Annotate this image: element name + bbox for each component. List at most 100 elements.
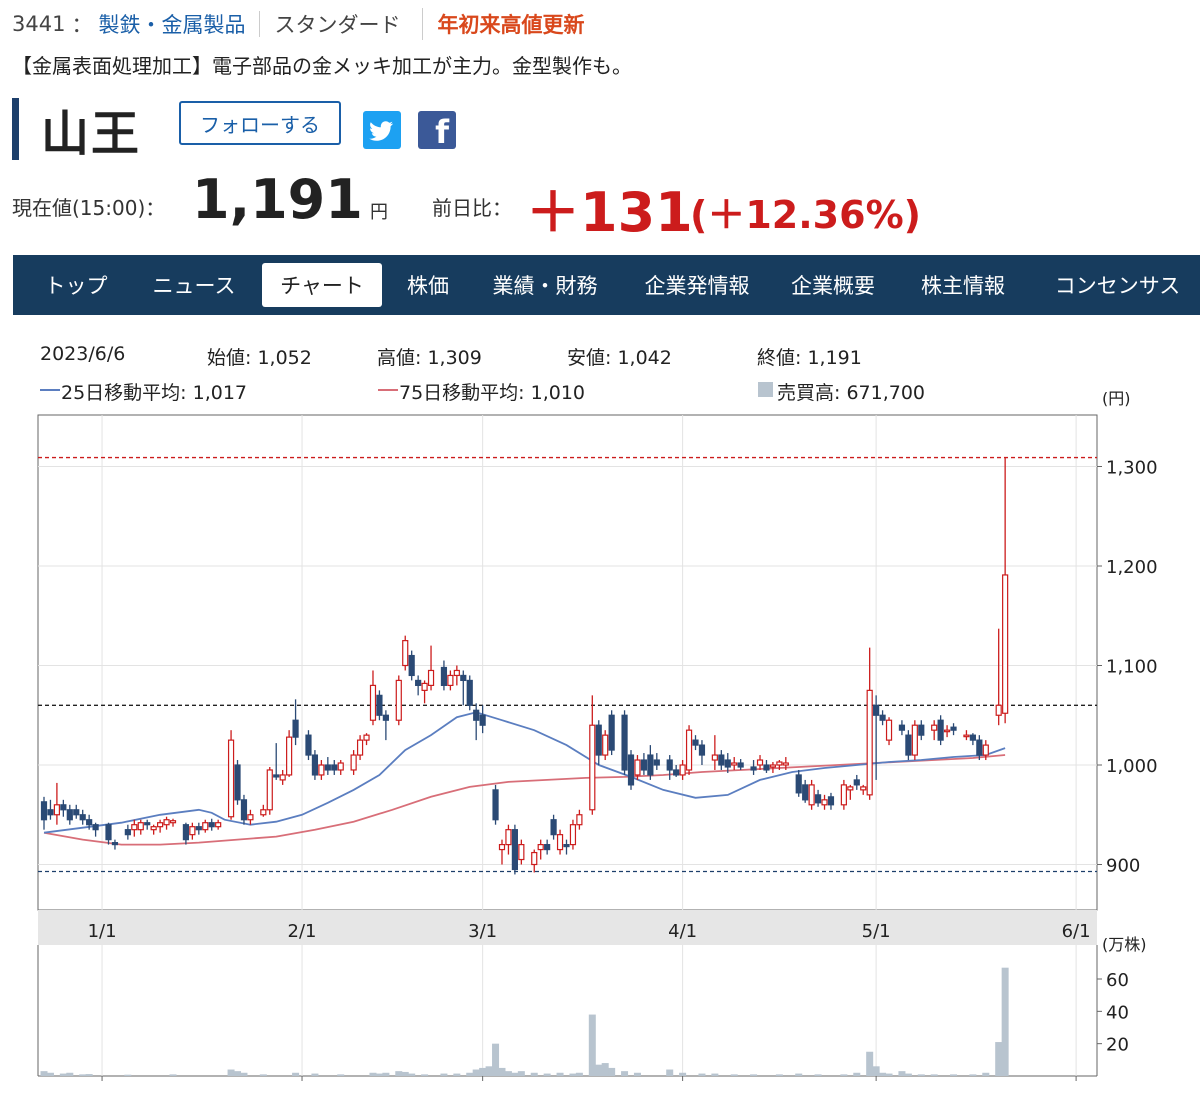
candle-down bbox=[750, 766, 757, 771]
candle-down bbox=[621, 714, 628, 771]
candle-down bbox=[415, 679, 422, 686]
candle-up bbox=[756, 759, 764, 766]
volume-bar bbox=[369, 1072, 377, 1076]
candle-down bbox=[440, 666, 448, 686]
candle-down bbox=[73, 809, 80, 816]
candle-up bbox=[1002, 574, 1009, 714]
volume-bar bbox=[814, 1074, 822, 1076]
candle-up bbox=[286, 736, 293, 776]
volume-bar bbox=[879, 1072, 887, 1076]
volume-bar bbox=[730, 1074, 738, 1076]
candle-up bbox=[679, 764, 686, 776]
candle-up bbox=[731, 762, 738, 766]
candle-down bbox=[827, 796, 835, 806]
candle-up bbox=[963, 734, 970, 738]
volume-tick-label: 20 bbox=[1106, 1035, 1129, 1056]
candle-down bbox=[692, 739, 699, 746]
volume-bar bbox=[885, 1073, 893, 1076]
candle-up bbox=[53, 804, 61, 816]
candle-up bbox=[395, 679, 402, 721]
date-tick-label: 3/1 bbox=[468, 921, 497, 942]
volume-bar bbox=[59, 1073, 67, 1076]
volume-bar bbox=[337, 1074, 345, 1076]
candle-down bbox=[937, 719, 944, 741]
candle-up bbox=[769, 764, 777, 768]
volume-bar bbox=[601, 1063, 609, 1076]
candle-up bbox=[453, 669, 460, 677]
candle-up bbox=[150, 826, 157, 831]
volume-bar bbox=[472, 1069, 480, 1076]
candle-down bbox=[479, 714, 486, 726]
candle-up bbox=[556, 834, 564, 851]
volume-bar bbox=[408, 1073, 416, 1076]
volume-bar bbox=[453, 1073, 461, 1076]
candle-down bbox=[698, 744, 706, 756]
candle-up bbox=[576, 814, 583, 826]
volume-bar bbox=[679, 1072, 687, 1076]
candle-down bbox=[305, 734, 312, 756]
volume-bar bbox=[853, 1072, 861, 1076]
stock-chart[interactable]: 1/1 2/1 3/1 4/1 5/1 6/1 900 1,000 1,100 1,200 1,30… bbox=[0, 0, 1200, 1094]
date-tick-label: 1/1 bbox=[88, 921, 117, 942]
price-tick-label: 900 bbox=[1106, 856, 1140, 877]
volume-bar bbox=[982, 1072, 990, 1076]
candle-up bbox=[498, 843, 506, 851]
candle-up bbox=[782, 762, 789, 766]
candle-up bbox=[808, 784, 815, 806]
candle-up bbox=[776, 761, 783, 766]
candle-down bbox=[795, 774, 802, 794]
candle-down bbox=[814, 794, 822, 804]
candle-down bbox=[47, 809, 54, 816]
volume-bar bbox=[79, 1074, 87, 1076]
candle-up bbox=[266, 769, 273, 811]
volume-bar bbox=[575, 1072, 583, 1076]
volume-bar bbox=[633, 1072, 641, 1076]
candle-down bbox=[898, 724, 906, 731]
candle-down bbox=[273, 774, 280, 778]
volume-bar bbox=[969, 1074, 977, 1076]
candle-down bbox=[376, 694, 383, 716]
volume-bar bbox=[711, 1073, 719, 1076]
candle-down bbox=[724, 759, 731, 768]
candle-up bbox=[589, 724, 596, 811]
price-plot-frame bbox=[37, 414, 1098, 911]
candle-up bbox=[840, 784, 847, 806]
candle-up bbox=[131, 824, 138, 831]
volume-bar bbox=[479, 1067, 487, 1076]
candle-up bbox=[982, 744, 989, 756]
candle-down bbox=[763, 764, 770, 771]
volume-unit-label: (万株) bbox=[1102, 935, 1147, 954]
candle-up bbox=[602, 734, 609, 756]
volume-bar bbox=[872, 1066, 880, 1076]
candle-down bbox=[653, 759, 660, 766]
candle-up bbox=[685, 729, 693, 771]
candle-up bbox=[202, 822, 209, 831]
candle-down bbox=[595, 724, 602, 756]
volume-bar bbox=[311, 1073, 319, 1076]
volume-bar bbox=[401, 1071, 409, 1076]
candle-up bbox=[847, 786, 854, 791]
candle-down bbox=[124, 829, 131, 836]
candle-down bbox=[292, 719, 299, 738]
candle-up bbox=[885, 719, 893, 741]
candle-up bbox=[163, 819, 170, 826]
candle-down bbox=[950, 726, 957, 731]
volume-bar bbox=[621, 1071, 629, 1076]
candle-down bbox=[511, 829, 518, 871]
candle-down bbox=[40, 801, 48, 821]
candle-up bbox=[518, 843, 525, 861]
candle-up bbox=[911, 724, 918, 756]
candle-down bbox=[879, 714, 886, 721]
volume-bar bbox=[995, 1042, 1003, 1076]
candle-down bbox=[460, 674, 467, 682]
candle-up bbox=[402, 640, 409, 667]
volume-bar bbox=[234, 1071, 242, 1076]
volume-bar bbox=[292, 1072, 300, 1076]
price-tick-label: 1,300 bbox=[1106, 458, 1158, 479]
candle-down bbox=[905, 734, 912, 756]
candle-up bbox=[447, 674, 454, 687]
candle-up bbox=[337, 762, 344, 771]
volume-bar bbox=[556, 1072, 564, 1076]
volume-bar bbox=[666, 1069, 674, 1076]
candle-up bbox=[189, 826, 196, 836]
